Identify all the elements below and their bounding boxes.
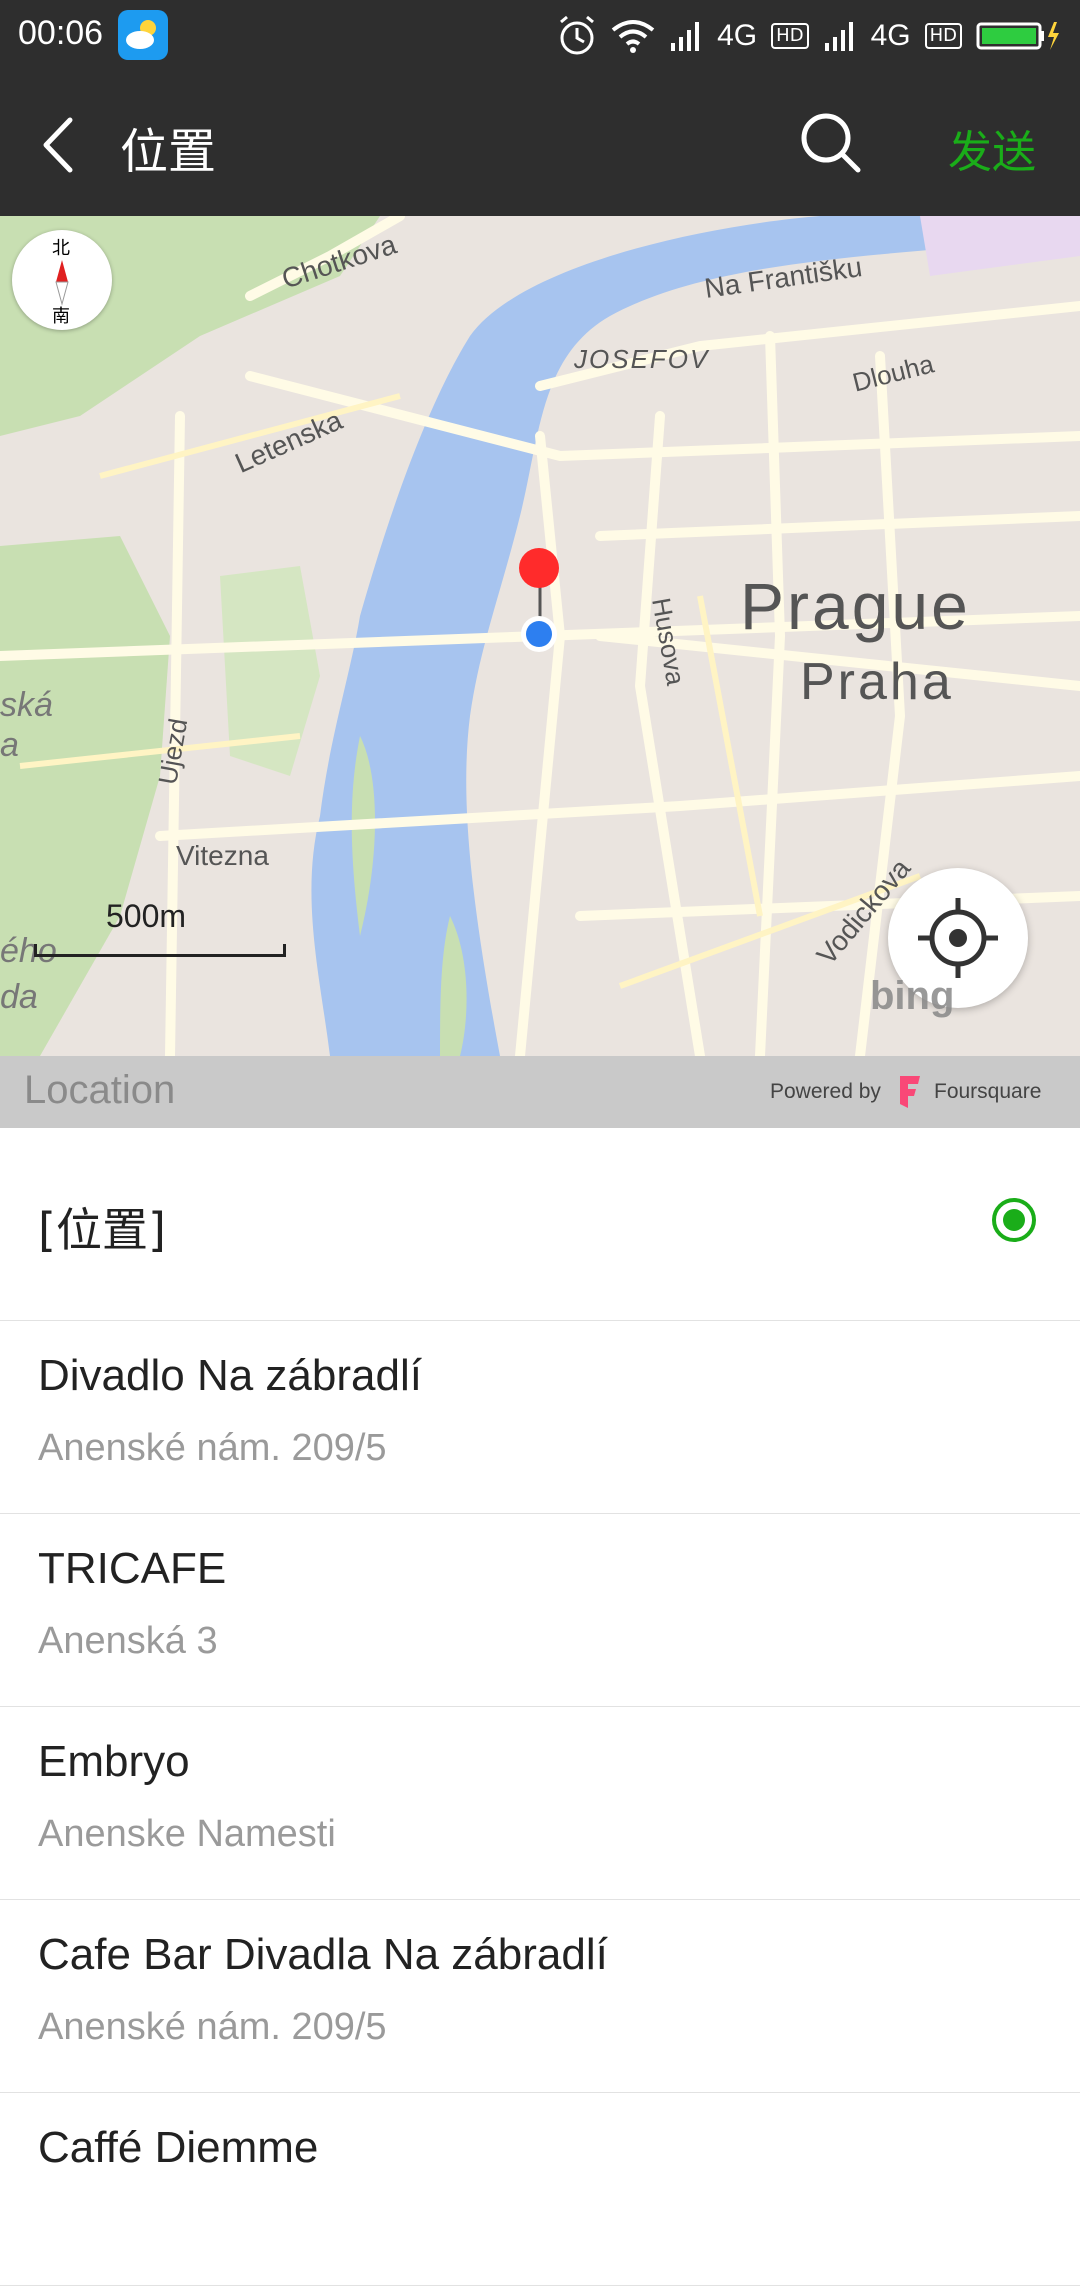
network-type: 4G [717,19,758,52]
list-item[interactable]: Divadlo Na zábradlí Anenské nám. 209/5 [0,1321,1080,1514]
hd-badge: HD [924,23,962,49]
current-location-label: [位置] [38,1203,166,1257]
map-label-da: da [0,978,38,1016]
foursquare-icon [900,1076,920,1108]
list-item[interactable]: Embryo Anenske Namesti [0,1707,1080,1900]
place-name: TRICAFE [38,1544,227,1593]
compass-button[interactable]: 北 南 [12,230,112,330]
bing-logo: bing [870,974,955,1018]
location-source-bar: Location Powered by Foursquare [0,1056,1080,1128]
status-bar: 00:06 4G HD 4G HD [0,0,1080,72]
foursquare-label: Foursquare [934,1080,1042,1103]
map-label-ska: ská [0,686,53,724]
search-icon [801,113,861,173]
navigation-bar: 位置 发送 [0,72,1080,216]
place-address: Anenská 3 [38,1620,218,1662]
selected-radio-icon [992,1198,1036,1242]
list-item[interactable]: TRICAFE Anenská 3 [0,1514,1080,1707]
alarm-icon [557,14,597,58]
place-name: Caffé Diemme [38,2123,319,2172]
wifi-icon [611,18,655,54]
current-location-row[interactable]: [位置] [0,1128,1080,1321]
map-scale-label: 500m [106,898,187,934]
back-button[interactable] [30,110,90,180]
place-address: Anenské nám. 209/5 [38,2006,387,2048]
location-source-title: Location [24,1068,176,1112]
page-title: 位置 [120,124,217,180]
list-item[interactable]: Cafe Bar Divadla Na zábradlí Anenské nám… [0,1900,1080,2093]
map-label-praha: Praha [800,653,954,711]
place-name: Embryo [38,1737,190,1786]
status-time: 00:06 [18,14,104,52]
list-item[interactable]: Caffé Diemme [0,2093,1080,2286]
map-label-josefov: JOSEFOV [574,344,710,374]
map-label-vitezna: Vitezna [176,840,269,871]
place-address: Anenské nám. 209/5 [38,1427,387,1469]
send-button[interactable]: 发送 [948,116,1036,180]
map-label-prague: Prague [740,569,971,643]
powered-by-label: Powered by [770,1080,881,1103]
place-address: Anenske Namesti [38,1813,336,1855]
back-icon [43,117,73,173]
map-scale-bar [34,944,286,957]
compass-south-label: 南 [52,306,70,327]
status-icons: 4G HD 4G HD [557,10,1060,62]
location-list: [位置] Divadlo Na zábradlí Anenské nám. 20… [0,1128,1080,2286]
signal-icon [823,19,857,53]
place-name: Divadlo Na zábradlí [38,1351,422,1400]
network-type: 4G [870,19,911,52]
weather-icon [118,10,168,60]
signal-icon [669,19,703,53]
search-button[interactable] [796,108,866,178]
map-view[interactable]: Chotkova Na Františku JOSEFOV Dlouha Let… [0,216,1080,1056]
map-label-a: a [0,726,19,764]
place-name: Cafe Bar Divadla Na zábradlí [38,1930,608,1979]
battery-charging-icon [976,20,1060,52]
hd-badge: HD [771,23,809,49]
